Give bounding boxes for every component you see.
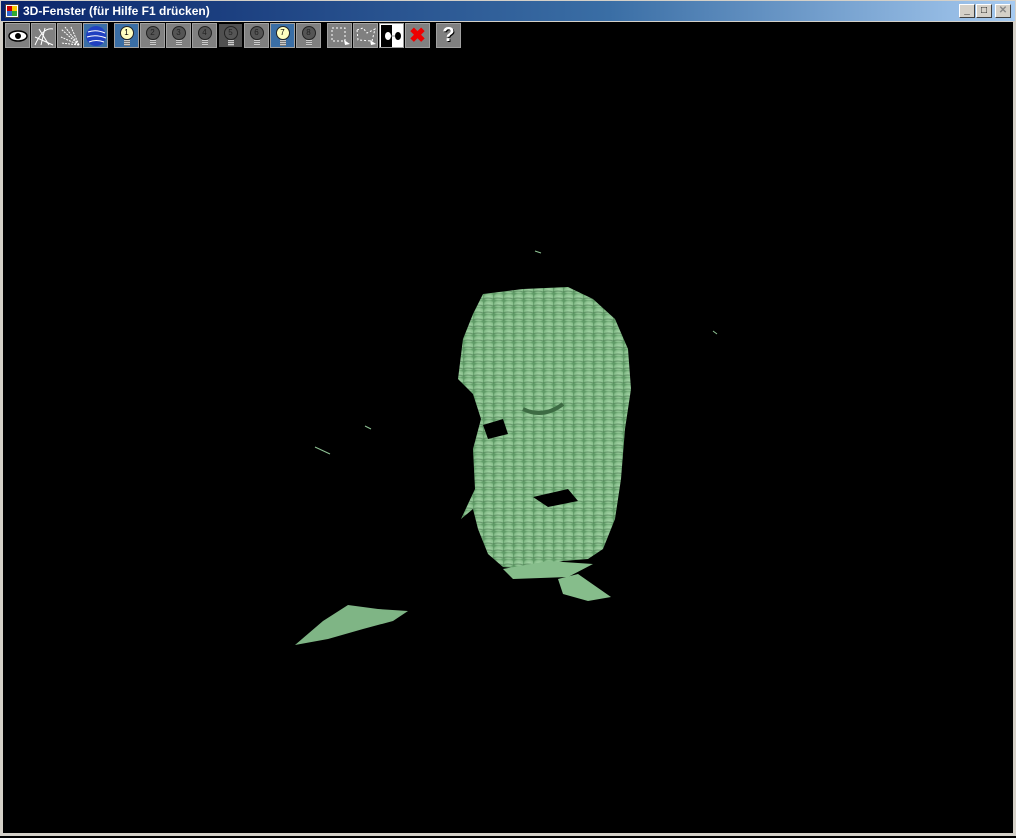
rect-select-button[interactable] <box>327 23 352 48</box>
points-icon <box>60 26 79 45</box>
shaded-sphere-icon <box>85 25 106 46</box>
light-bulb-icon: 4 <box>197 25 212 46</box>
light-bulb-icon: 7 <box>275 25 290 46</box>
view-points-button[interactable] <box>57 23 82 48</box>
light-8-button[interactable]: 8 <box>296 23 321 48</box>
light-4-button[interactable]: 4 <box>192 23 217 48</box>
help-button[interactable]: ? <box>436 23 461 48</box>
light-bulb-icon: 2 <box>145 25 160 46</box>
title-bar: 3D-Fenster (für Hilfe F1 drücken) _ □ ✕ <box>0 0 1016 22</box>
rect-select-icon <box>331 27 350 45</box>
help-icon: ? <box>442 24 455 46</box>
swap-icon <box>380 24 401 47</box>
light-1-button[interactable]: 1 <box>114 23 139 48</box>
light-bulb-icon: 6 <box>249 25 264 46</box>
light-6-button[interactable]: 6 <box>244 23 269 48</box>
view-shaded-button[interactable] <box>83 23 108 48</box>
window-title: 3D-Fenster (für Hilfe F1 drücken) <box>23 4 210 18</box>
toolbar: 1 2 3 4 5 6 7 8 ✖ ? <box>0 22 1016 49</box>
light-3-button[interactable]: 3 <box>166 23 191 48</box>
poly-select-button[interactable] <box>353 23 378 48</box>
poly-select-icon <box>355 26 376 45</box>
maximize-button[interactable]: □ <box>976 4 992 18</box>
3d-viewport[interactable] <box>3 49 1013 833</box>
light-bulb-icon: 5 <box>223 25 238 46</box>
face-mesh <box>295 250 718 645</box>
light-5-button[interactable]: 5 <box>218 23 243 48</box>
delete-icon: ✖ <box>409 25 426 47</box>
light-bulb-icon: 1 <box>119 25 134 46</box>
eye-icon <box>7 29 28 42</box>
light-bulb-icon: 3 <box>171 25 186 46</box>
light-7-button[interactable]: 7 <box>270 23 295 48</box>
view-wireframe-button[interactable] <box>31 23 56 48</box>
light-bulb-icon: 8 <box>301 25 316 46</box>
view-eye-button[interactable] <box>5 23 30 48</box>
wireframe-icon <box>34 27 53 45</box>
delete-button[interactable]: ✖ <box>405 23 430 48</box>
close-button[interactable]: ✕ <box>995 4 1011 18</box>
app-icon <box>5 4 19 18</box>
minimize-button[interactable]: _ <box>959 4 975 18</box>
light-2-button[interactable]: 2 <box>140 23 165 48</box>
swap-button[interactable] <box>379 23 404 48</box>
